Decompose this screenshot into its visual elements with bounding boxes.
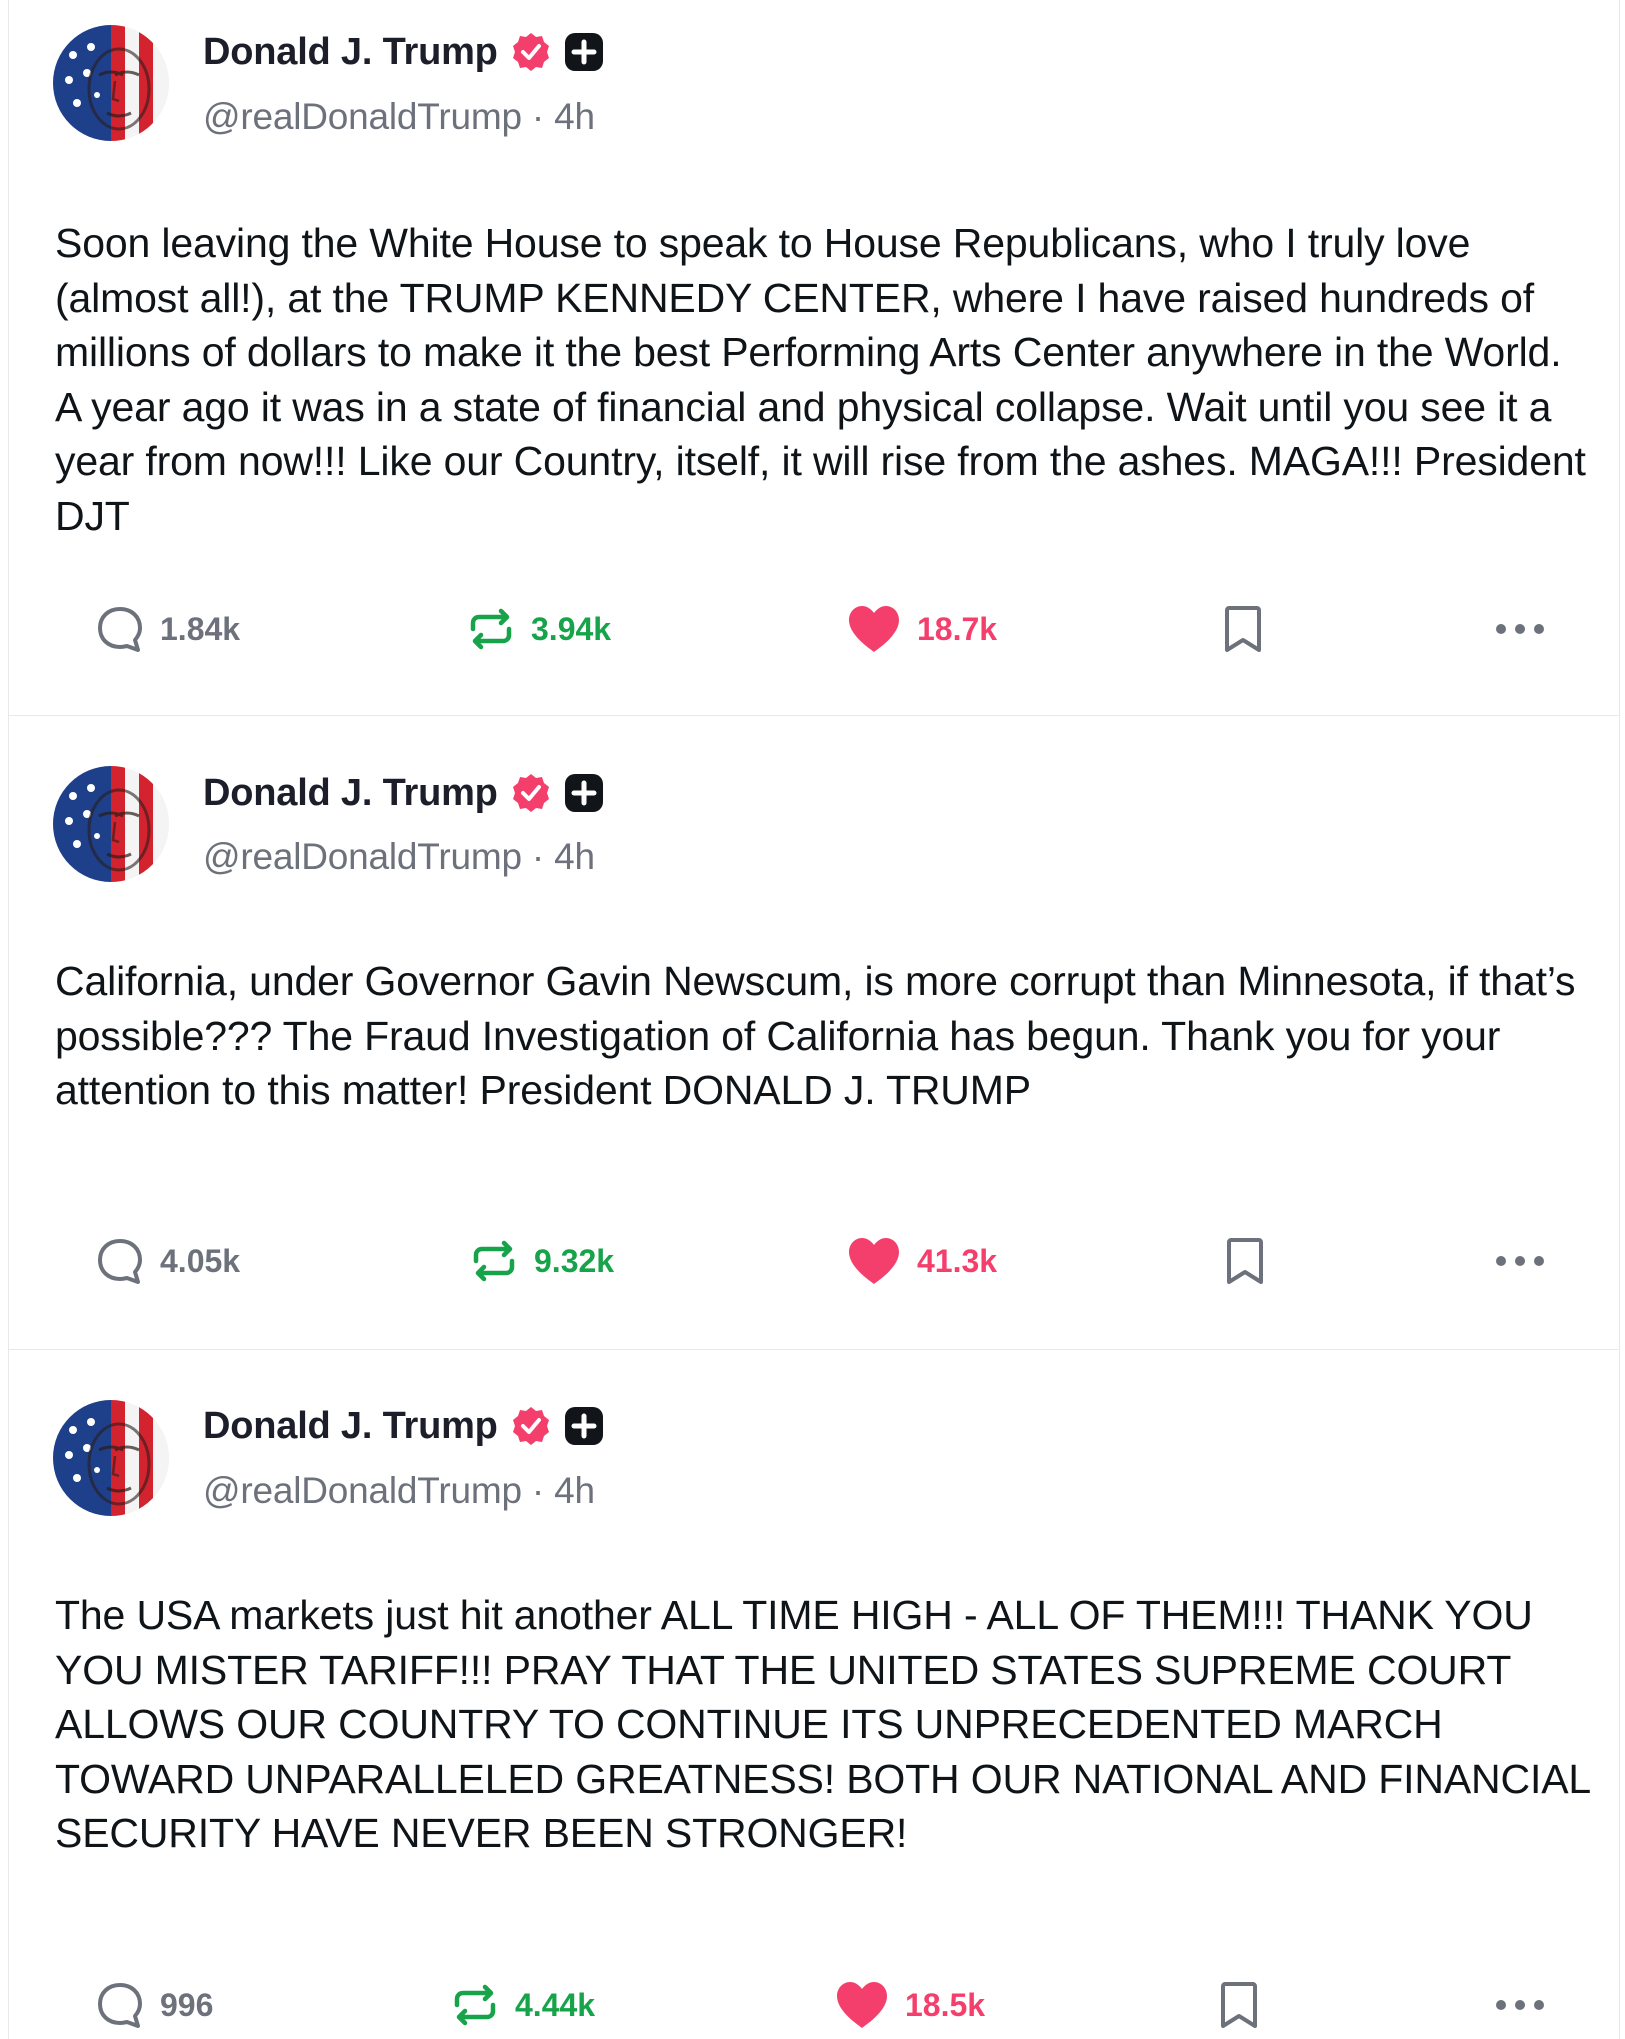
post-card[interactable]: Donald J. Trump @realDonaldTrump · 4h Ca… (9, 716, 1619, 1350)
plus-badge-icon (564, 773, 604, 813)
like-button[interactable]: 41.3k (845, 1231, 997, 1291)
verified-badge-icon (510, 1405, 552, 1447)
handle-and-time: @realDonaldTrump · 4h (203, 836, 595, 877)
bookmark-button[interactable] (1223, 1231, 1267, 1291)
repost-count: 4.44k (515, 1986, 596, 2023)
reply-icon (98, 607, 142, 652)
reply-count: 4.05k (160, 1242, 241, 1279)
more-options-icon (1496, 624, 1544, 634)
handle-and-time: @realDonaldTrump · 4h (203, 96, 595, 137)
heart-icon (849, 1238, 899, 1284)
plus-badge-icon (564, 32, 604, 72)
bookmark-button[interactable] (1221, 599, 1265, 659)
author-name[interactable]: Donald J. Trump (203, 1405, 498, 1448)
post-actions: 4.05k 9.32k 41.3k (9, 1231, 1619, 1291)
reply-button[interactable]: 996 (94, 1975, 213, 2035)
repost-button[interactable]: 9.32k (468, 1231, 614, 1291)
avatar-image (53, 1400, 169, 1516)
repost-icon (470, 608, 512, 650)
repost-icon (473, 1240, 515, 1282)
more-options-icon (1496, 1256, 1544, 1266)
like-button[interactable]: 18.5k (833, 1975, 985, 2035)
avatar[interactable] (53, 1400, 169, 1516)
avatar[interactable] (53, 766, 169, 882)
timeline-feed: Donald J. Trump @realDonaldTrump · 4h So… (8, 0, 1620, 2039)
like-count: 18.7k (917, 610, 998, 647)
avatar-image (53, 766, 169, 882)
more-options-button[interactable] (1493, 599, 1547, 659)
heart-icon (849, 606, 899, 652)
plus-badge-icon (564, 1406, 604, 1446)
post-actions: 1.84k 3.94k 18.7k (9, 599, 1619, 659)
post-text: The USA markets just hit another ALL TIM… (55, 1592, 1590, 1856)
avatar[interactable] (53, 25, 169, 141)
repost-icon (454, 1984, 496, 2026)
bookmark-icon (1221, 1982, 1257, 2028)
like-button[interactable]: 18.7k (845, 599, 997, 659)
like-count: 41.3k (917, 1242, 998, 1279)
author-name[interactable]: Donald J. Trump (203, 31, 498, 74)
reply-count: 996 (160, 1986, 214, 2023)
verified-badge-icon (510, 31, 552, 73)
verified-badge-icon (510, 772, 552, 814)
bookmark-icon (1225, 606, 1261, 652)
post-actions: 996 4.44k 18.5k (9, 1975, 1619, 2035)
more-options-button[interactable] (1493, 1231, 1547, 1291)
reply-button[interactable]: 1.84k (94, 599, 240, 659)
reply-icon (98, 1983, 142, 2028)
reply-button[interactable]: 4.05k (94, 1231, 240, 1291)
reply-count: 1.84k (160, 610, 241, 647)
repost-button[interactable]: 3.94k (465, 599, 611, 659)
avatar-image (53, 25, 169, 141)
post-card[interactable]: Donald J. Trump @realDonaldTrump · 4h So… (9, 0, 1619, 716)
bookmark-icon (1227, 1238, 1263, 1284)
author-name[interactable]: Donald J. Trump (203, 772, 498, 815)
like-count: 18.5k (905, 1986, 986, 2023)
post-card[interactable]: Donald J. Trump @realDonaldTrump · 4h Th… (9, 1350, 1619, 2039)
reply-icon (98, 1239, 142, 1284)
post-text: Soon leaving the White House to speak to… (55, 220, 1586, 539)
bookmark-button[interactable] (1217, 1975, 1261, 2035)
post-text: California, under Governor Gavin Newscum… (55, 958, 1576, 1113)
more-options-icon (1496, 2000, 1544, 2010)
repost-button[interactable]: 4.44k (449, 1975, 595, 2035)
repost-count: 9.32k (534, 1242, 615, 1279)
handle-and-time: @realDonaldTrump · 4h (203, 1470, 595, 1511)
heart-icon (837, 1982, 887, 2028)
repost-count: 3.94k (531, 610, 612, 647)
more-options-button[interactable] (1493, 1975, 1547, 2035)
